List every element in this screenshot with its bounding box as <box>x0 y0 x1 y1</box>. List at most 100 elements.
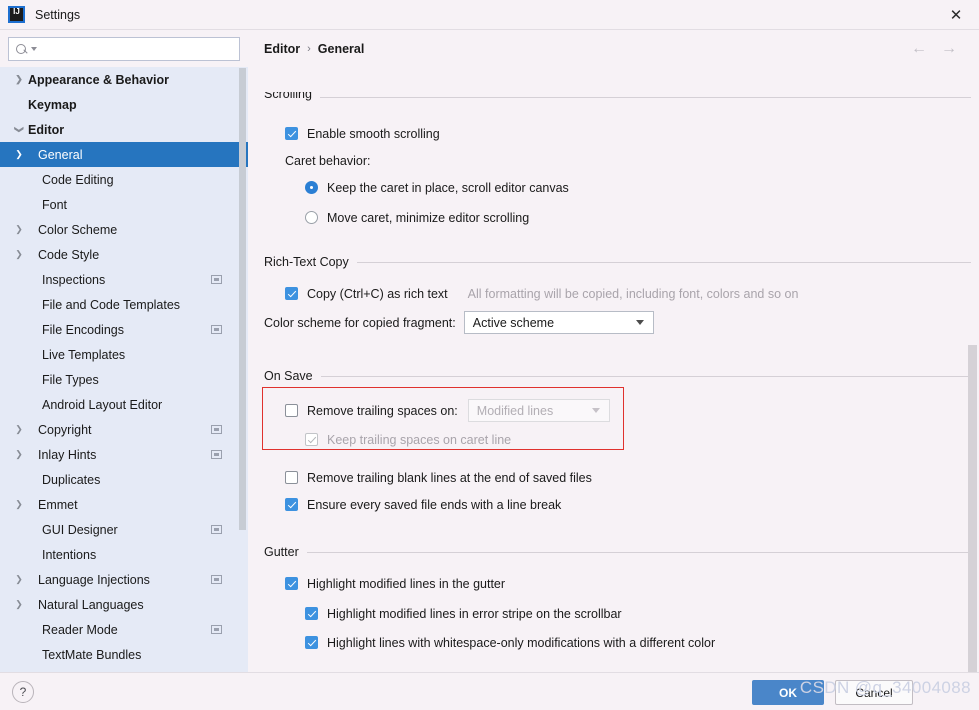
copy-rich-text-hint: All formatting will be copied, including… <box>467 286 799 301</box>
caret-behavior-label: Caret behavior: <box>285 148 370 173</box>
checkbox-box[interactable] <box>285 287 298 300</box>
chevron-right-icon[interactable] <box>12 224 26 235</box>
checkbox-highlight-modified-lines-gutter[interactable]: Highlight modified lines in the gutter <box>285 571 505 596</box>
radio-keep-caret-in-place[interactable]: Keep the caret in place, scroll editor c… <box>305 175 569 200</box>
cancel-button[interactable]: Cancel <box>835 680 913 705</box>
chevron-right-icon[interactable] <box>12 249 26 260</box>
sidebar-item-natural-languages[interactable]: Natural Languages <box>0 592 248 617</box>
chevron-right-icon[interactable] <box>12 499 26 510</box>
window-title: Settings <box>35 7 81 22</box>
chevron-down-icon[interactable] <box>583 400 609 421</box>
sidebar-item-file-encodings[interactable]: File Encodings <box>0 317 248 342</box>
sidebar-item-label: Inlay Hints <box>38 447 97 462</box>
sidebar-item-label: GUI Designer <box>42 522 118 537</box>
checkbox-label: Highlight modified lines in error stripe… <box>327 606 622 621</box>
checkbox-box[interactable] <box>305 636 318 649</box>
chevron-right-icon[interactable] <box>12 74 26 85</box>
sidebar-item-duplicates[interactable]: Duplicates <box>0 467 248 492</box>
sidebar-item-label: File Types <box>42 372 99 387</box>
sidebar-item-general[interactable]: General <box>0 142 248 167</box>
sidebar-item-color-scheme[interactable]: Color Scheme <box>0 217 248 242</box>
sidebar-item-file-types[interactable]: File Types <box>0 367 248 392</box>
sidebar-item-label: Android Layout Editor <box>42 397 163 412</box>
sidebar-item-code-style[interactable]: Code Style <box>0 242 248 267</box>
content-scrollbar-thumb[interactable] <box>968 345 977 672</box>
checkbox-highlight-error-stripe[interactable]: Highlight modified lines in error stripe… <box>305 601 622 626</box>
checkbox-box[interactable] <box>285 127 298 140</box>
checkbox-enable-smooth-scrolling[interactable]: Enable smooth scrolling <box>285 121 440 146</box>
section-divider <box>356 261 971 263</box>
settings-dialog: Settings ✕ Appearance & Behavior Keymap Ed… <box>0 0 979 710</box>
sidebar-item-inlay-hints[interactable]: Inlay Hints <box>0 442 248 467</box>
intellij-idea-logo-icon <box>8 6 25 23</box>
sidebar-item-textmate-bundles[interactable]: TextMate Bundles <box>0 642 248 667</box>
checkbox-box[interactable] <box>285 577 298 590</box>
search-box[interactable] <box>8 37 240 61</box>
chevron-right-icon[interactable] <box>12 424 26 435</box>
checkbox-label: Keep trailing spaces on caret line <box>327 432 512 447</box>
checkbox-ensure-line-break[interactable]: Ensure every saved file ends with a line… <box>285 492 561 517</box>
chevron-right-icon[interactable] <box>12 599 26 610</box>
sidebar-item-emmet[interactable]: Emmet <box>0 492 248 517</box>
sidebar-item-keymap[interactable]: Keymap <box>0 92 248 117</box>
search-input[interactable] <box>37 39 239 59</box>
close-icon[interactable]: ✕ <box>933 0 979 30</box>
radio-move-caret[interactable]: Move caret, minimize editor scrolling <box>305 205 529 230</box>
help-button[interactable]: ? <box>12 681 34 703</box>
dialog-footer: ? OK Cancel <box>0 672 979 710</box>
sidebar-scrollbar-thumb[interactable] <box>239 68 246 530</box>
sidebar-item-label: Language Injections <box>38 572 150 587</box>
radio-button[interactable] <box>305 181 318 194</box>
sidebar-item-reader-mode[interactable]: Reader Mode <box>0 617 248 642</box>
chevron-down-icon[interactable] <box>627 312 653 333</box>
sidebar-item-android-layout-editor[interactable]: Android Layout Editor <box>0 392 248 417</box>
sidebar-item-code-editing[interactable]: Code Editing <box>0 167 248 192</box>
settings-content: Scrolling Enable smooth scrolling Caret … <box>248 62 979 672</box>
chevron-right-icon[interactable] <box>12 574 26 585</box>
chevron-right-icon[interactable] <box>12 149 26 160</box>
checkbox-label: Highlight lines with whitespace-only mod… <box>327 635 716 650</box>
radio-button[interactable] <box>305 211 318 224</box>
section-rich-text-copy-header: Rich-Text Copy <box>264 253 971 271</box>
breadcrumb: Editor › General <box>264 42 364 56</box>
sidebar-item-copyright[interactable]: Copyright <box>0 417 248 442</box>
remove-trailing-spaces-dropdown[interactable]: Modified lines <box>467 399 610 422</box>
chevron-right-icon[interactable] <box>12 449 26 460</box>
sidebar-item-font[interactable]: Font <box>0 192 248 217</box>
radio-label: Move caret, minimize editor scrolling <box>327 210 530 225</box>
sidebar-item-gui-designer[interactable]: GUI Designer <box>0 517 248 542</box>
sidebar-item-language-injections[interactable]: Language Injections <box>0 567 248 592</box>
sidebar-item-editor[interactable]: Editor <box>0 117 248 142</box>
checkbox-remove-trailing-spaces[interactable]: Remove trailing spaces on: Modified line… <box>285 398 610 423</box>
section-scrolling-title: Scrolling <box>264 92 312 101</box>
project-scope-icon <box>211 275 222 284</box>
checkbox-box[interactable] <box>285 498 298 511</box>
sidebar-item-file-and-code-templates[interactable]: File and Code Templates <box>0 292 248 317</box>
checkbox-label: Copy (Ctrl+C) as rich text <box>307 286 448 301</box>
checkbox-box[interactable] <box>285 471 298 484</box>
checkbox-copy-rich-text[interactable]: Copy (Ctrl+C) as rich text All formattin… <box>285 281 798 306</box>
arrow-right-icon[interactable]: → <box>941 41 957 57</box>
checkbox-remove-trailing-blank-lines[interactable]: Remove trailing blank lines at the end o… <box>285 465 592 490</box>
color-scheme-dropdown[interactable]: Active scheme <box>463 311 654 334</box>
sidebar-scrollbar[interactable] <box>239 68 246 672</box>
sidebar-item-live-templates[interactable]: Live Templates <box>0 342 248 367</box>
sidebar-item-inspections[interactable]: Inspections <box>0 267 248 292</box>
checkbox-box[interactable] <box>285 404 298 417</box>
sidebar-item-label: Live Templates <box>42 347 126 362</box>
checkbox-label: Highlight modified lines in the gutter <box>307 576 506 591</box>
project-scope-icon <box>211 425 222 434</box>
project-scope-icon <box>211 575 222 584</box>
checkbox-box[interactable] <box>305 607 318 620</box>
sidebar-item-appearance-behavior[interactable]: Appearance & Behavior <box>0 67 248 92</box>
section-on-save-title: On Save <box>264 369 313 383</box>
breadcrumb-root[interactable]: Editor <box>264 42 300 56</box>
arrow-left-icon[interactable]: ← <box>911 41 927 57</box>
chevron-down-icon[interactable] <box>12 124 26 135</box>
ok-button[interactable]: OK <box>752 680 824 705</box>
checkbox-highlight-whitespace-only[interactable]: Highlight lines with whitespace-only mod… <box>305 630 715 655</box>
section-gutter-header: Gutter <box>264 543 971 561</box>
sidebar-item-intentions[interactable]: Intentions <box>0 542 248 567</box>
sidebar-item-label: Color Scheme <box>38 222 118 237</box>
sidebar-item-label: General <box>38 147 83 162</box>
